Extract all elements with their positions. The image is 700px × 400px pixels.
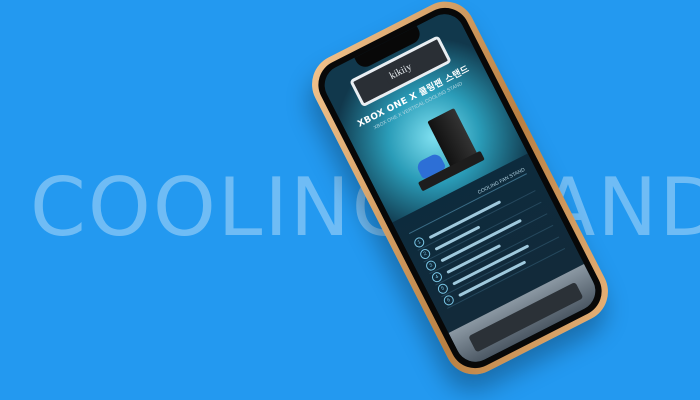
- feature-number: 6: [442, 293, 456, 308]
- console-stand-image: [395, 106, 485, 192]
- brand-logo-text: kikiiy: [384, 59, 417, 84]
- stand-photo-shape: [468, 281, 584, 353]
- stage: COOLING STAND kikiiy XBOX ONE X 쿨링팬 스탠드 …: [0, 0, 700, 400]
